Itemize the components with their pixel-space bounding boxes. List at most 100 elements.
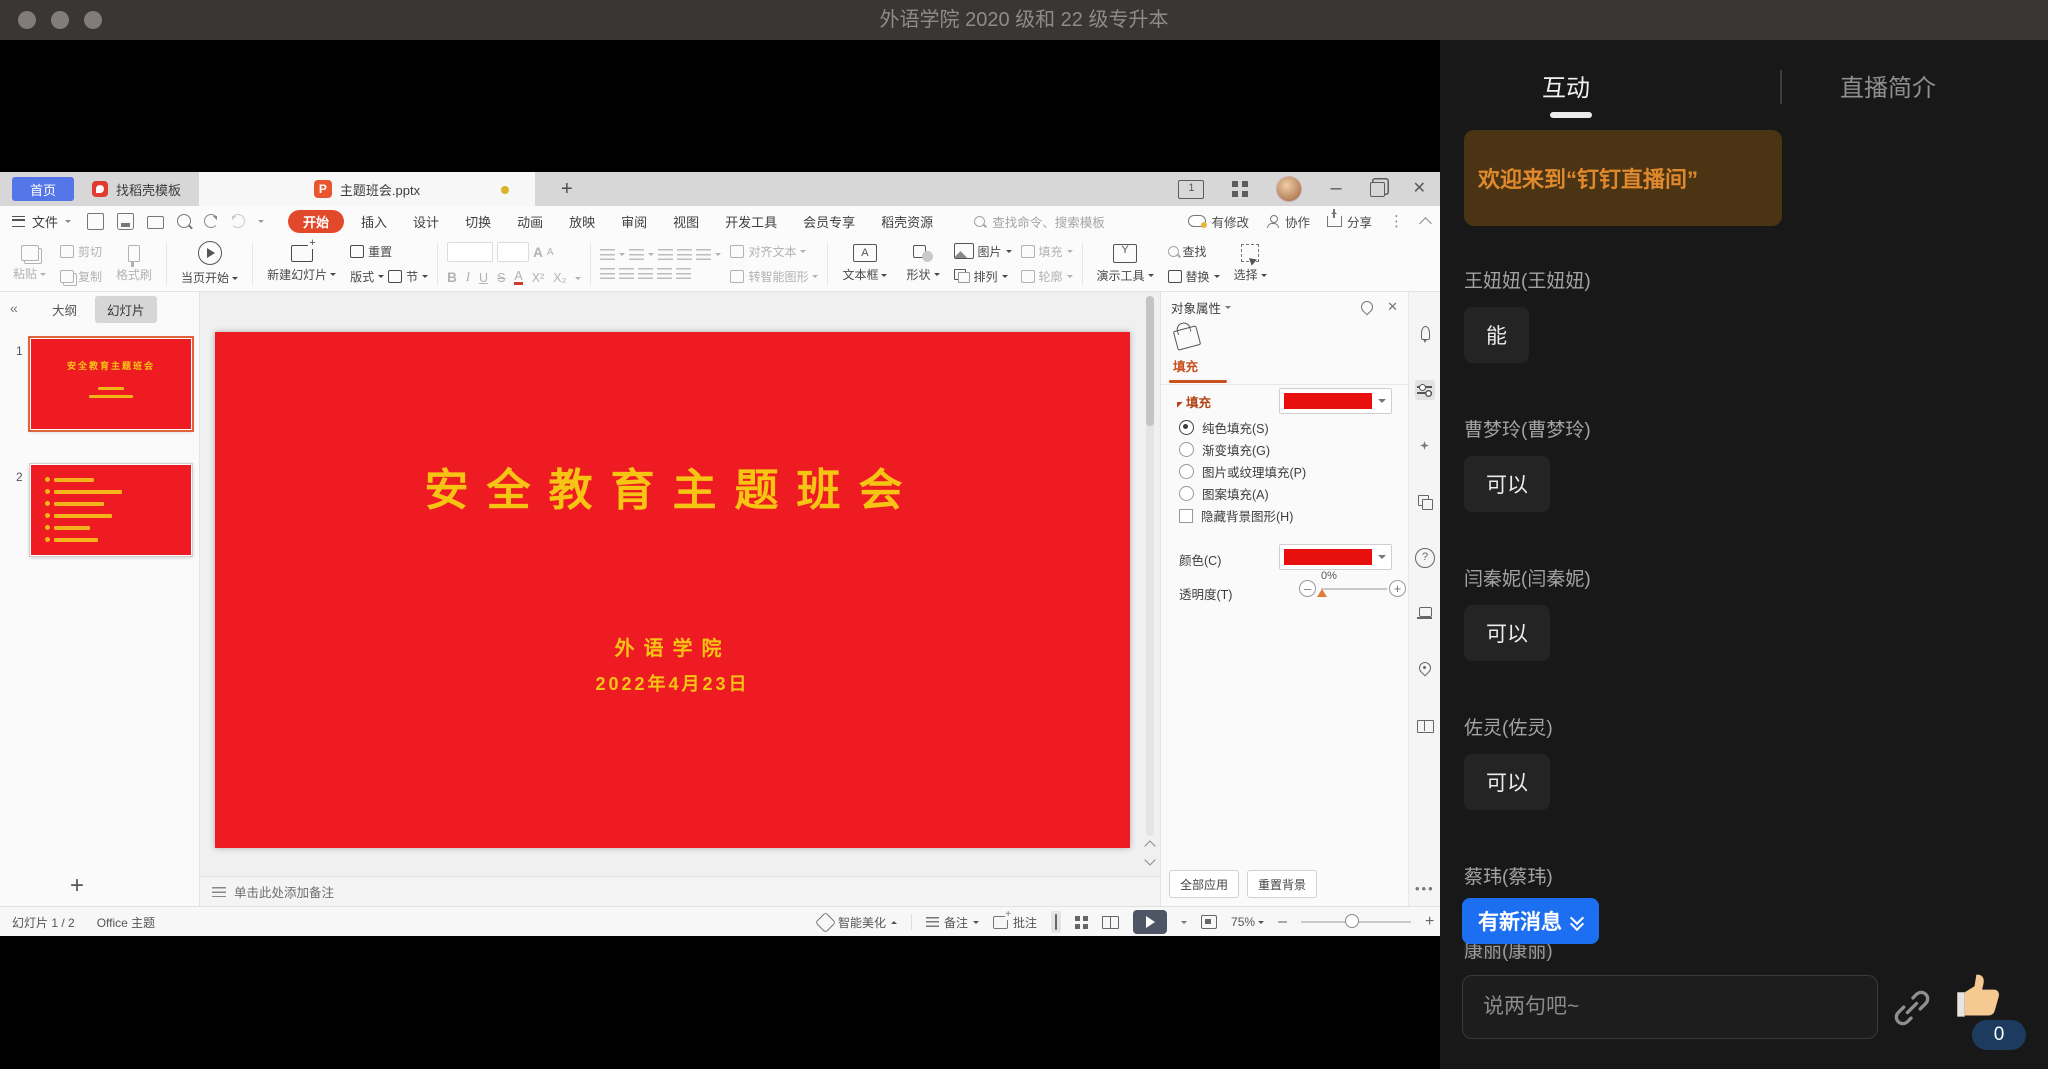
zoom-level[interactable]: 75% bbox=[1231, 915, 1264, 929]
gradient-fill-radio[interactable]: 渐变填充(G) bbox=[1179, 440, 1270, 459]
stamp-icon[interactable] bbox=[1415, 604, 1435, 624]
ribbon-tab-docer-res[interactable]: 稻壳资源 bbox=[868, 212, 946, 231]
duplicate-icon[interactable] bbox=[1415, 492, 1435, 512]
quick-tools-icon[interactable] bbox=[1415, 324, 1435, 344]
justify-icon[interactable] bbox=[657, 268, 672, 279]
ribbon-tab-transition[interactable]: 切换 bbox=[452, 212, 504, 231]
alignment-controls[interactable] bbox=[600, 268, 721, 279]
notes-toggle-button[interactable]: 备注 bbox=[926, 914, 979, 931]
find-button[interactable]: 查找 bbox=[1168, 243, 1220, 260]
align-right-icon[interactable] bbox=[638, 268, 653, 279]
previous-slide-icon[interactable] bbox=[1145, 840, 1155, 850]
bullet-list-icon[interactable] bbox=[600, 249, 615, 260]
ribbon-tab-view[interactable]: 视图 bbox=[660, 212, 712, 231]
reference-icon[interactable] bbox=[1415, 716, 1435, 736]
next-slide-icon[interactable] bbox=[1145, 854, 1155, 864]
presenter-view-icon[interactable]: 1 bbox=[1178, 180, 1204, 199]
hide-background-checkbox[interactable]: 隐藏背景图形(H) bbox=[1179, 506, 1293, 525]
theme-name[interactable]: Office 主题 bbox=[97, 914, 155, 931]
print-preview-icon[interactable] bbox=[177, 214, 191, 228]
tab-home[interactable]: 首页 bbox=[12, 177, 74, 201]
underline-button[interactable]: U bbox=[479, 271, 488, 285]
ribbon-tab-member[interactable]: 会员专享 bbox=[790, 212, 868, 231]
minimize-icon[interactable] bbox=[1330, 180, 1341, 198]
indent-increase-icon[interactable] bbox=[677, 249, 692, 260]
add-slide-button[interactable]: + bbox=[70, 872, 84, 900]
present-tools-button[interactable]: 演示工具 bbox=[1092, 244, 1159, 284]
font-color-button[interactable]: A bbox=[514, 271, 522, 285]
effects-icon[interactable] bbox=[1415, 436, 1435, 456]
ribbon-tab-animation[interactable]: 动画 bbox=[504, 212, 556, 231]
collaborate-button[interactable]: 协作 bbox=[1266, 212, 1310, 231]
more-icons-button[interactable]: ••• bbox=[1415, 881, 1435, 896]
chat-input-box[interactable] bbox=[1462, 975, 1878, 1039]
print-icon[interactable] bbox=[147, 216, 164, 229]
color-dropdown[interactable] bbox=[1279, 544, 1392, 570]
chevron-down-icon[interactable] bbox=[575, 277, 581, 283]
redo-icon[interactable] bbox=[231, 214, 245, 228]
tab-live-intro[interactable]: 直播简介 bbox=[1840, 68, 1936, 103]
indent-decrease-icon[interactable] bbox=[658, 249, 673, 260]
select-button[interactable]: 选择 bbox=[1229, 244, 1272, 283]
shape-button[interactable]: 形状 bbox=[901, 245, 944, 283]
picture-button[interactable]: 图片 bbox=[954, 243, 1012, 260]
smart-beautify-button[interactable]: 智能美化 bbox=[818, 914, 897, 931]
layout-button[interactable]: 版式节 bbox=[350, 268, 428, 285]
italic-button[interactable]: I bbox=[466, 270, 470, 285]
slide-1-thumbnail[interactable]: 安全教育主题班会 bbox=[30, 338, 192, 430]
tab-slides[interactable]: 幻灯片 bbox=[95, 296, 157, 323]
font-size-select[interactable] bbox=[497, 242, 529, 262]
tab-interaction[interactable]: 互动 bbox=[1542, 68, 1590, 103]
ribbon-tab-review[interactable]: 审阅 bbox=[608, 212, 660, 231]
cut-button[interactable]: 剪切 bbox=[60, 243, 102, 260]
close-icon[interactable] bbox=[1413, 181, 1426, 197]
fill-color-dropdown[interactable] bbox=[1279, 388, 1392, 414]
canvas-scrollbar[interactable] bbox=[1146, 296, 1154, 836]
subscript-button[interactable]: X₂ bbox=[553, 271, 566, 285]
share-button[interactable]: 分享 bbox=[1327, 212, 1372, 231]
reset-background-button[interactable]: 重置背景 bbox=[1247, 870, 1317, 898]
fill-tab[interactable]: 填充 bbox=[1173, 356, 1198, 375]
restore-icon[interactable] bbox=[1370, 182, 1385, 197]
apply-all-button[interactable]: 全部应用 bbox=[1169, 870, 1239, 898]
slide-editor[interactable]: 安全教育主题班会 外语学院 2022年4月23日 bbox=[215, 332, 1130, 848]
ribbon-tab-home[interactable]: 开始 bbox=[288, 210, 344, 233]
collapse-sidebar-button[interactable]: « bbox=[10, 300, 18, 316]
zoom-slider-knob[interactable] bbox=[1345, 914, 1359, 928]
arrange-button[interactable]: 排列 bbox=[954, 268, 1012, 285]
collapse-ribbon-icon[interactable] bbox=[1419, 217, 1432, 230]
slide-2-thumbnail[interactable] bbox=[30, 464, 192, 556]
help-icon[interactable] bbox=[1415, 548, 1435, 568]
outline-button[interactable]: 轮廓 bbox=[1021, 268, 1073, 285]
text-box-button[interactable]: 文本框 bbox=[837, 244, 892, 283]
slide-sorter-view-icon[interactable] bbox=[1075, 916, 1088, 929]
reset-button[interactable]: 重置 bbox=[350, 243, 428, 260]
normal-view-button[interactable] bbox=[1051, 911, 1061, 933]
solid-fill-radio[interactable]: 纯色填充(S) bbox=[1179, 418, 1269, 437]
scrollbar-thumb[interactable] bbox=[1146, 296, 1154, 426]
ribbon-tab-devtools[interactable]: 开发工具 bbox=[712, 212, 790, 231]
more-options-icon[interactable] bbox=[1389, 212, 1404, 230]
undo-icon[interactable] bbox=[204, 214, 218, 228]
new-messages-button[interactable]: 有新消息 bbox=[1462, 898, 1599, 944]
notes-bar[interactable]: 单击此处添加备注 bbox=[200, 876, 1160, 906]
fill-section-header[interactable]: 填充 bbox=[1173, 392, 1211, 411]
ribbon-tab-slideshow[interactable]: 放映 bbox=[556, 212, 608, 231]
play-from-current-button[interactable]: 当页开始 bbox=[176, 241, 243, 286]
transparency-slider[interactable] bbox=[1321, 588, 1387, 590]
copy-button[interactable]: 复制 bbox=[60, 268, 102, 285]
superscript-button[interactable]: X² bbox=[532, 271, 545, 285]
slide-date[interactable]: 2022年4月23日 bbox=[215, 670, 1130, 696]
distribute-icon[interactable] bbox=[676, 268, 691, 279]
slide-organization[interactable]: 外语学院 bbox=[215, 632, 1130, 661]
link-icon[interactable] bbox=[1890, 986, 1934, 1030]
transparency-slider-marker[interactable] bbox=[1317, 584, 1327, 597]
new-tab-button[interactable]: + bbox=[561, 178, 573, 201]
chat-input[interactable] bbox=[1463, 976, 1877, 1038]
font-controls[interactable]: AA bbox=[447, 242, 581, 262]
line-spacing-icon[interactable] bbox=[696, 249, 711, 260]
zoom-slider[interactable] bbox=[1301, 921, 1411, 923]
object-properties-icon[interactable] bbox=[1415, 380, 1435, 400]
align-left-icon[interactable] bbox=[600, 268, 615, 279]
smart-graphic-button[interactable]: 转智能图形 bbox=[730, 268, 818, 285]
